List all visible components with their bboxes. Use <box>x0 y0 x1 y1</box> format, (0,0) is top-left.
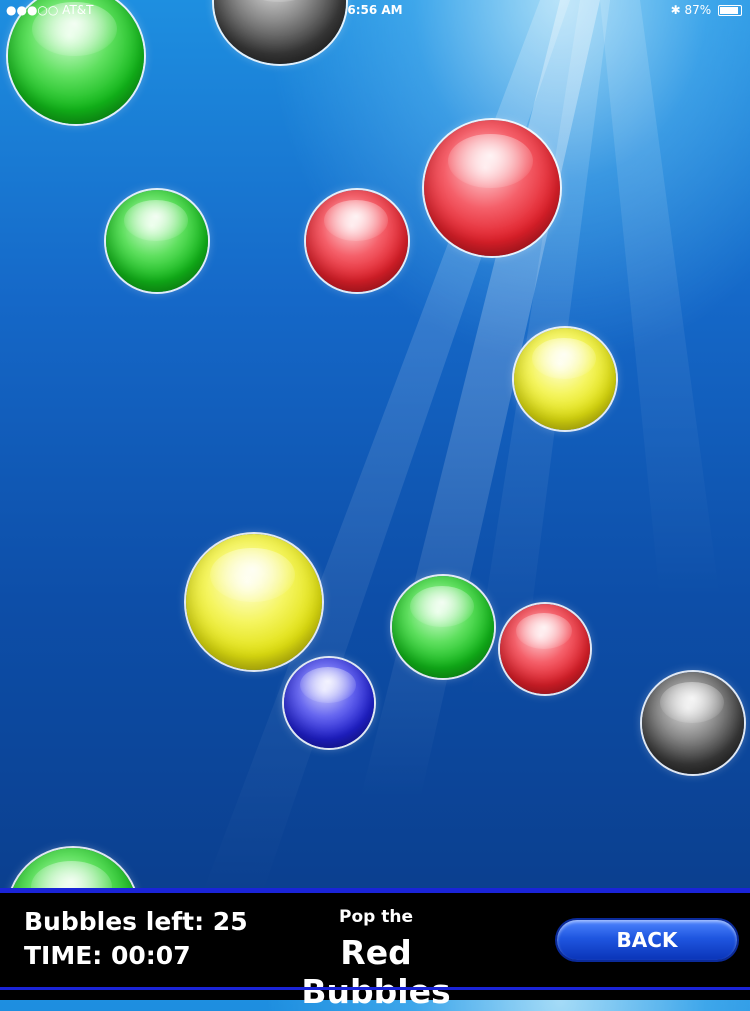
bubble-green[interactable] <box>106 190 208 292</box>
bubble-green[interactable] <box>392 576 494 678</box>
battery-status: ✱ 87% <box>671 3 742 17</box>
back-button[interactable]: BACK <box>557 920 737 960</box>
bubble-black[interactable] <box>642 672 744 774</box>
bubble-red[interactable] <box>306 190 408 292</box>
status-time: 6:56 AM <box>347 3 403 17</box>
hud-divider <box>0 987 750 990</box>
bubble-red[interactable] <box>500 604 590 694</box>
target-bubble-label: Red Bubbles <box>301 933 451 1011</box>
battery-icon <box>718 5 742 16</box>
light-rays <box>200 0 720 900</box>
bubble-yellow[interactable] <box>186 534 322 670</box>
bubble-red[interactable] <box>424 120 560 256</box>
status-bar: ●●●○○ AT&T 6:56 AM ✱ 87% <box>0 0 750 20</box>
timer: TIME: 00:07 <box>24 941 191 970</box>
bubble-blue[interactable] <box>284 658 374 748</box>
instruction-prefix: Pop the <box>339 907 413 927</box>
battery-percent: 87% <box>684 3 712 17</box>
bluetooth-icon: ✱ <box>670 3 681 17</box>
game-hud: Bubbles left: 25 TIME: 00:07 Pop the Red… <box>0 888 750 1011</box>
bubbles-left-counter: Bubbles left: 25 <box>24 907 248 936</box>
bubble-yellow[interactable] <box>514 328 616 430</box>
